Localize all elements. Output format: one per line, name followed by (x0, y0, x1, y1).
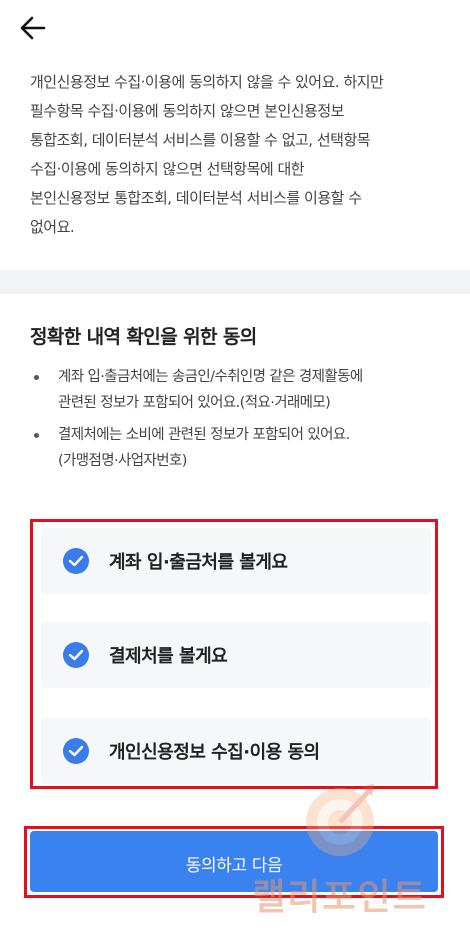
agree-and-next-button[interactable]: 동의하고 다음 (30, 831, 438, 892)
bullet-text: 계좌 입·출금처에는 송금인/수취인명 같은 경제활동에 관련된 정보가 포함되… (58, 369, 363, 411)
check-circle-icon[interactable] (63, 548, 89, 574)
agreement-label: 개인신용정보 수집·이용 동의 (109, 742, 320, 763)
info-bullet-list: 계좌 입·출금처에는 송금인/수취인명 같은 경제활동에 관련된 정보가 포함되… (30, 364, 450, 480)
agree-and-next-label: 동의하고 다음 (185, 856, 283, 876)
agreement-item-merchants[interactable]: 결제처를 볼게요 (41, 622, 431, 688)
bullet-item: 결제처에는 소비에 관련된 정보가 포함되어 있어요. (가맹점명·사업자번호) (30, 422, 450, 474)
consent-notice-text: 개인신용정보 수집·이용에 동의하지 않을 수 있어요. 하지만 필수항목 수집… (30, 73, 384, 236)
agreement-label: 계좌 입·출금처를 볼게요 (109, 552, 288, 573)
bullet-dot (34, 375, 39, 380)
bullet-item: 계좌 입·출금처에는 송금인/수취인명 같은 경제활동에 관련된 정보가 포함되… (30, 364, 450, 416)
section-title: 정확한 내역 확인을 위한 동의 (30, 326, 257, 348)
check-circle-icon[interactable] (63, 738, 89, 764)
bullet-dot (34, 433, 39, 438)
agreement-item-account-transfers[interactable]: 계좌 입·출금처를 볼게요 (41, 528, 431, 594)
check-circle-icon[interactable] (63, 642, 89, 668)
top-bar (0, 0, 470, 56)
back-button[interactable] (18, 14, 52, 44)
bullet-text: 결제처에는 소비에 관련된 정보가 포함되어 있어요. (가맹점명·사업자번호) (58, 427, 350, 469)
section-divider (0, 270, 470, 294)
agreement-highlight-box: 계좌 입·출금처를 볼게요 결제처를 볼게요 개인신용정보 수집·이용 동의 (30, 519, 438, 789)
agreement-label: 결제처를 볼게요 (109, 646, 228, 667)
arrow-left-icon (20, 16, 46, 40)
agreement-item-personal-credit-info[interactable]: 개인신용정보 수집·이용 동의 (41, 718, 431, 784)
